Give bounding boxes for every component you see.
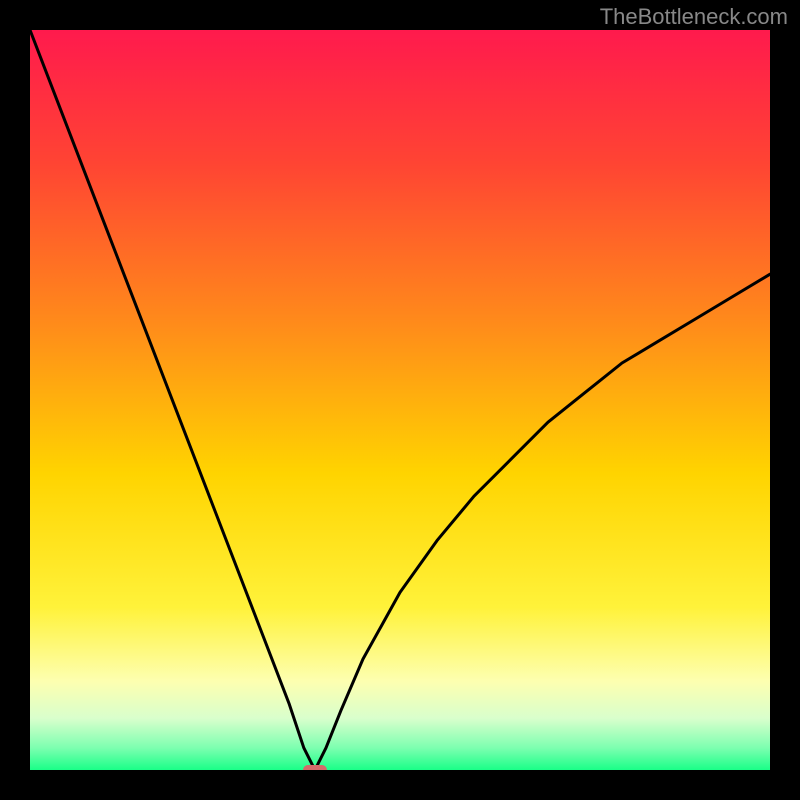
optimal-marker (303, 765, 327, 770)
bottleneck-curve (30, 30, 770, 770)
chart-frame (30, 30, 770, 770)
watermark-text: TheBottleneck.com (600, 4, 788, 30)
